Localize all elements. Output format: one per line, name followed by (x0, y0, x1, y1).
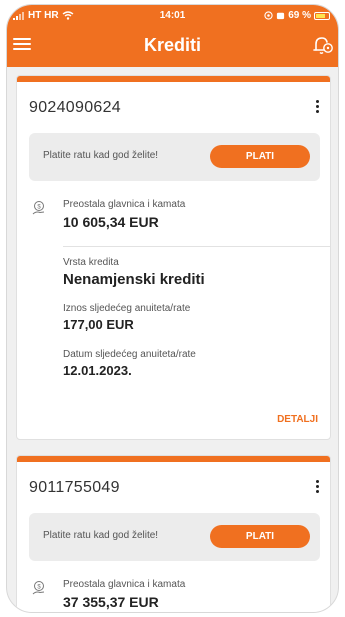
next-date-label: Datum sljedećeg anuiteta/rate (63, 349, 196, 360)
loan-number: 9024090624 (29, 99, 121, 116)
card-accent-bar (17, 456, 330, 462)
loans-list[interactable]: 9024090624 Platite ratu kad god želite! … (7, 67, 338, 612)
loan-type-label: Vrsta kredita (63, 257, 119, 268)
status-bar: HT HR 14:01 69 % (7, 10, 338, 24)
more-options-icon[interactable] (312, 478, 322, 498)
loan-type-value: Nenamjenski krediti (63, 271, 205, 288)
alarm-icon (277, 12, 285, 20)
installment-value: 177,00 EUR (63, 317, 134, 332)
battery-percent: 69 % (288, 10, 311, 21)
next-date-value: 12.01.2023. (63, 363, 132, 378)
location-icon (264, 11, 273, 20)
remaining-label: Preostala glavnica i kamata (63, 579, 186, 590)
remaining-value: 10 605,34 EUR (63, 214, 159, 230)
money-hand-icon: $ (32, 201, 45, 215)
money-hand-icon: $ (32, 581, 45, 595)
loan-number: 9011755049 (29, 479, 120, 496)
section-divider (63, 246, 330, 247)
remaining-value: 37 355,37 EUR (63, 594, 159, 610)
pay-button[interactable]: PLATI (210, 145, 310, 168)
status-right: 69 % (264, 10, 330, 21)
notifications-bell-icon[interactable] (310, 33, 334, 57)
card-accent-bar (17, 76, 330, 82)
loan-card: 9024090624 Platite ratu kad god želite! … (16, 75, 331, 440)
pay-button[interactable]: PLATI (210, 525, 310, 548)
installment-label: Iznos sljedećeg anuiteta/rate (63, 303, 191, 314)
remaining-label: Preostala glavnica i kamata (63, 199, 186, 210)
battery-icon (314, 11, 330, 20)
phone-screen: HT HR 14:01 69 % Krediti 9024090624 Plat… (6, 4, 339, 613)
page-title: Krediti (143, 35, 201, 55)
pay-prompt: Platite ratu kad god želite! (43, 150, 159, 161)
svg-text:$: $ (37, 204, 41, 210)
pay-installment-box: Platite ratu kad god želite! PLATI (29, 133, 320, 181)
more-options-icon[interactable] (312, 98, 322, 118)
loan-card: 9011755049 Platite ratu kad god želite! … (16, 455, 331, 612)
pay-prompt: Platite ratu kad god želite! (43, 530, 159, 541)
app-header: HT HR 14:01 69 % Krediti (7, 5, 338, 67)
pay-installment-box: Platite ratu kad god želite! PLATI (29, 513, 320, 561)
details-link[interactable]: DETALJI (277, 414, 318, 425)
svg-text:$: $ (37, 584, 41, 590)
nav-bar: Krediti (7, 27, 338, 63)
